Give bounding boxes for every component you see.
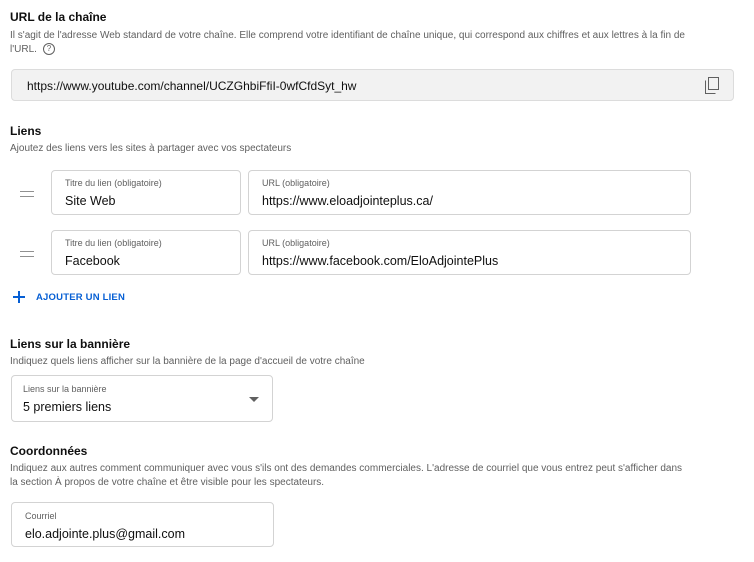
url-section-description: Il s'agit de l'adresse Web standard de v… xyxy=(10,30,685,56)
banner-links-select[interactable]: Liens sur la bannière 5 premiers liens xyxy=(11,375,273,422)
help-icon[interactable]: ? xyxy=(42,43,55,56)
channel-url-value: https://www.youtube.com/channel/UCZGhbiF… xyxy=(27,79,357,93)
links-section-title: Liens xyxy=(10,124,42,138)
drag-handle-icon[interactable] xyxy=(20,250,34,258)
channel-url-field: https://www.youtube.com/channel/UCZGhbiF… xyxy=(11,69,734,101)
plus-icon xyxy=(12,290,26,304)
email-field[interactable]: Courriel elo.adjointe.plus@gmail.com xyxy=(11,502,274,547)
add-link-button[interactable]: AJOUTER UN LIEN xyxy=(12,290,125,304)
copy-icon[interactable] xyxy=(705,77,719,94)
drag-handle-icon[interactable] xyxy=(20,190,34,198)
link-title-input[interactable]: Titre du lien (obligatoire) Site Web xyxy=(51,170,241,215)
contact-section-title: Coordonnées xyxy=(10,444,88,458)
banner-section-title: Liens sur la bannière xyxy=(10,337,131,351)
dropdown-arrow-icon xyxy=(249,397,259,402)
link-title-input[interactable]: Titre du lien (obligatoire) Facebook xyxy=(51,230,241,275)
link-url-input[interactable]: URL (obligatoire) https://www.facebook.c… xyxy=(248,230,691,275)
links-section-description: Ajoutez des liens vers les sites à parta… xyxy=(10,143,292,154)
banner-section-description: Indiquez quels liens afficher sur la ban… xyxy=(10,356,365,367)
contact-section-description: Indiquez aux autres comment communiquer … xyxy=(10,463,683,488)
link-url-input[interactable]: URL (obligatoire) https://www.eloadjoint… xyxy=(248,170,691,215)
url-section-title: URL de la chaîne xyxy=(10,10,107,24)
add-link-label: AJOUTER UN LIEN xyxy=(36,291,126,303)
